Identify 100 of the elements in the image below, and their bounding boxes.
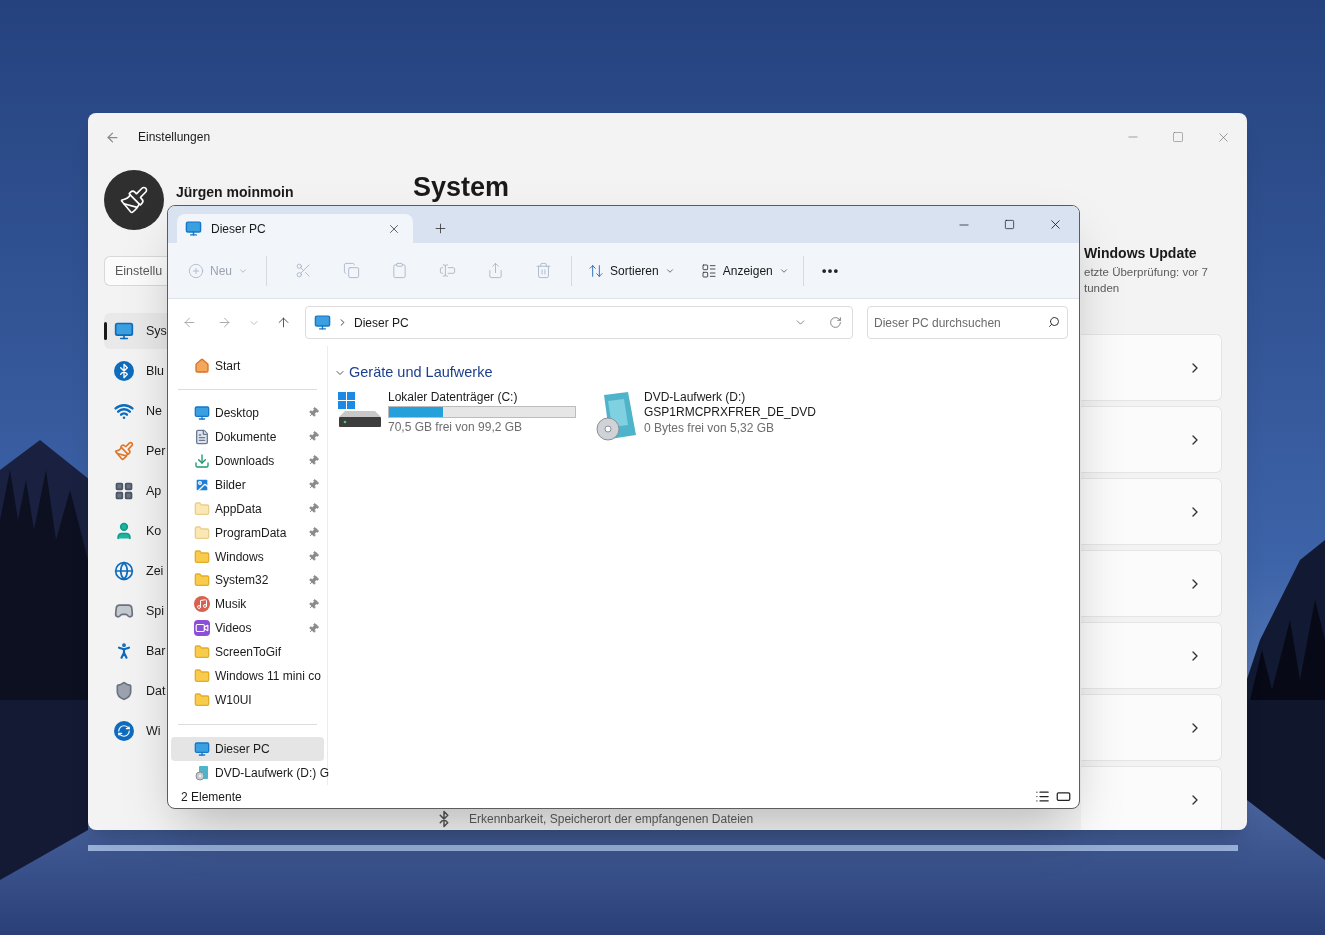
update-status: tunden (1084, 281, 1121, 296)
nav-label: Dieser PC (215, 741, 270, 759)
dvd-drive-icon (594, 391, 638, 441)
window-title: Einstellungen (138, 129, 211, 146)
card-subtitle: Erkennbarkeit, Speicherort der empfangenen Dateien (469, 811, 754, 828)
nav-item[interactable]: W10UI (171, 688, 324, 713)
desktop-icon (194, 404, 210, 421)
sort-button[interactable]: Sortieren (582, 252, 681, 289)
folder-icon (194, 572, 210, 589)
nav-label: W10UI (215, 692, 252, 710)
search-icon (1048, 316, 1060, 328)
nav-item[interactable]: Bilder (171, 472, 324, 497)
back-icon[interactable] (182, 315, 197, 330)
tab-title: Dieser PC (211, 220, 266, 238)
home-icon (194, 357, 210, 374)
settings-card[interactable] (1081, 334, 1222, 401)
settings-card[interactable] (1081, 406, 1222, 473)
address-bar[interactable]: Dieser PC (305, 306, 853, 339)
nav-item[interactable]: Start (171, 354, 324, 378)
nav-item[interactable]: Dokumente (171, 424, 324, 449)
settings-card[interactable] (1081, 622, 1222, 689)
nav-label: Musik (215, 596, 247, 614)
forward-icon[interactable] (217, 315, 232, 330)
folder-icon (194, 668, 210, 685)
refresh-icon[interactable] (829, 316, 842, 329)
close-icon[interactable] (1048, 217, 1063, 232)
up-icon[interactable] (276, 315, 291, 330)
back-icon[interactable] (105, 129, 120, 145)
folder-icon (194, 692, 210, 709)
nav-item[interactable]: Zei (104, 553, 167, 589)
nav-item[interactable]: AppData (171, 496, 324, 521)
update-status: etzte Überprüfung: vor 7 (1084, 265, 1209, 280)
status-text: 2 Elemente (181, 788, 242, 806)
search-field[interactable]: Einstellu (104, 256, 167, 286)
video-icon (194, 620, 210, 637)
tab[interactable]: Dieser PC (177, 214, 413, 243)
settings-card[interactable] (1081, 550, 1222, 617)
nav-item[interactable]: System32 (171, 568, 324, 593)
nav-label: Ap (146, 482, 162, 500)
drive-name: Lokaler Datenträger (C:) (388, 389, 519, 405)
nav-item[interactable]: Videos (171, 616, 324, 641)
nav-item[interactable]: Downloads (171, 448, 324, 473)
search-field[interactable]: Dieser PC durchsuchen (867, 306, 1068, 339)
nav-item[interactable]: Per (104, 433, 167, 469)
nav-item[interactable]: Windows 11 mini co (171, 664, 324, 689)
document-icon (194, 428, 210, 445)
maximize-icon[interactable] (1004, 219, 1015, 230)
details-view-icon[interactable] (1035, 789, 1050, 804)
nav-item[interactable]: Windows (171, 544, 324, 569)
nav-item[interactable]: Spi (104, 593, 167, 629)
nav-label: Ko (146, 522, 162, 540)
monitor-icon (114, 321, 134, 341)
nav-item[interactable]: Musik (171, 592, 324, 617)
nav-item[interactable]: Dieser PC (171, 737, 324, 762)
nav-item[interactable]: ProgramData (171, 520, 324, 545)
nav-item[interactable]: Ko (104, 513, 167, 549)
selection-indicator (104, 322, 107, 340)
settings-card[interactable] (1081, 694, 1222, 761)
address-text: Dieser PC (354, 314, 409, 332)
nav-item[interactable]: Desktop (171, 400, 324, 425)
drive-tile[interactable]: Lokaler Datenträger (C:) 70,5 GB frei von 99,2 GB (334, 389, 580, 441)
nav-item[interactable]: Ne (104, 393, 167, 429)
drive-tile[interactable]: DVD-Laufwerk (D:) GSP1RMCPRXFRER_DE_DVD 0 Bytes frei von 5,32 GB (590, 389, 836, 441)
settings-card[interactable] (1081, 766, 1222, 830)
monitor-icon (314, 314, 331, 331)
nav-label: Sys (146, 322, 167, 340)
settings-card[interactable] (1081, 478, 1222, 545)
brush-icon (119, 185, 149, 215)
apps-icon (114, 481, 134, 501)
nav-item[interactable]: Wi (104, 713, 167, 749)
nav-item[interactable]: ScreenToGif (171, 640, 324, 665)
folder-icon (194, 548, 210, 565)
nav-label: Start (215, 357, 241, 375)
drive-label: GSP1RMCPRXFRER_DE_DVD (644, 405, 817, 420)
new-tab-icon[interactable] (433, 221, 448, 236)
gamepad-icon (114, 601, 134, 621)
nav-item[interactable]: Dat (104, 673, 167, 709)
plus-icon (188, 262, 204, 279)
nav-item[interactable]: Bar (104, 633, 167, 669)
nav-item[interactable]: Blu (104, 353, 167, 389)
monitor-icon (194, 741, 210, 758)
shield-icon (114, 681, 134, 701)
picture-icon (194, 476, 210, 493)
monitor-icon (185, 220, 202, 237)
nav-label: System32 (215, 572, 269, 590)
maximize-icon[interactable] (1172, 131, 1184, 143)
folder-icon (194, 524, 210, 541)
tiles-view-icon[interactable] (1056, 789, 1071, 804)
brush-icon (114, 441, 134, 461)
nav-label: Downloads (215, 452, 275, 470)
nav-label: ProgramData (215, 524, 287, 542)
dvd-drive-icon (194, 765, 210, 782)
nav-label: Wi (146, 722, 161, 740)
nav-label: Bar (146, 642, 166, 660)
update-icon (114, 721, 134, 741)
nav-label: Zei (146, 562, 164, 580)
nav-item[interactable]: Ap (104, 473, 167, 509)
nav-item[interactable]: Sys (104, 313, 167, 349)
view-button[interactable]: Anzeigen (694, 252, 795, 289)
nav-label: Desktop (215, 404, 260, 422)
